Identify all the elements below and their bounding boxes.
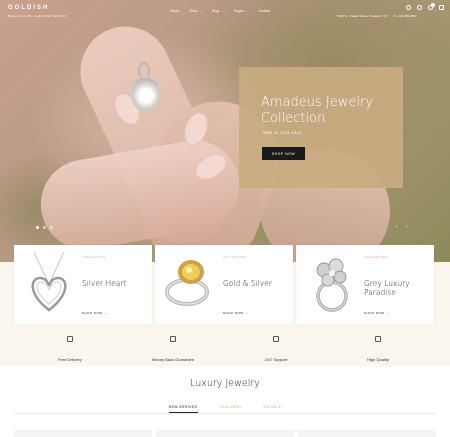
nav-item-home[interactable]: Home bbox=[170, 9, 179, 13]
category-title[interactable]: Silver Heart bbox=[82, 279, 148, 288]
shop-now-link[interactable]: SHOP NOW → bbox=[82, 311, 107, 315]
product-card[interactable] bbox=[298, 430, 436, 437]
category-tag: COLLECTION bbox=[223, 255, 247, 259]
tab-new-arrived[interactable]: NEW ARRIVED bbox=[168, 405, 198, 413]
address-text: ⌾ 986 St. Classic Street, Southern, NY bbox=[336, 14, 388, 18]
promo-text: Best summer offer is sale limited, $100 … bbox=[8, 14, 67, 18]
shop-now-link[interactable]: SHOP NOW → bbox=[223, 311, 248, 315]
tab-featured[interactable]: FEATURED bbox=[220, 405, 242, 413]
nav-item-pages[interactable]: Pages ⌄ bbox=[234, 9, 248, 13]
phone-text[interactable]: ✆ +123 456 6890 bbox=[393, 14, 416, 18]
slider-dot[interactable] bbox=[50, 226, 53, 229]
slider-dots[interactable] bbox=[36, 226, 53, 229]
main-nav: Home Shop ⌄ Blog ⌄ Pages ⌄ Contact bbox=[170, 9, 270, 13]
earring-image bbox=[131, 76, 161, 112]
site-header: GOLDISH Best summer offer is sale limite… bbox=[0, 0, 450, 24]
slider-dot[interactable] bbox=[36, 226, 39, 229]
nav-item-shop[interactable]: Shop ⌄ bbox=[189, 9, 202, 13]
next-arrow-icon[interactable]: › bbox=[406, 224, 408, 230]
search-icon[interactable] bbox=[406, 5, 411, 10]
contact-info: ⌾ 986 St. Classic Street, Southern, NY ✆… bbox=[336, 14, 417, 18]
category-card[interactable]: COLLECTION Silver Heart SHOP NOW → bbox=[14, 245, 152, 324]
prev-arrow-icon[interactable]: ‹ bbox=[396, 224, 398, 230]
category-card[interactable]: COLLECTION Grey Luxury Paradise SHOP NOW… bbox=[296, 245, 434, 324]
chevron-down-icon: ⌄ bbox=[245, 9, 249, 13]
shop-now-link[interactable]: SHOP NOW → bbox=[364, 311, 389, 315]
support-icon bbox=[273, 336, 279, 342]
heart-icon[interactable] bbox=[428, 3, 435, 10]
category-tag: COLLECTION bbox=[82, 255, 106, 259]
header-actions bbox=[406, 3, 444, 10]
product-card[interactable] bbox=[14, 430, 152, 437]
chevron-down-icon: ⌄ bbox=[199, 9, 203, 13]
divider bbox=[14, 413, 436, 414]
shop-now-button[interactable]: SHOP NOW bbox=[262, 147, 305, 160]
feature-label: Free Delivery bbox=[58, 357, 82, 362]
category-tag: COLLECTION bbox=[364, 255, 388, 259]
category-title[interactable]: Gold & Silver bbox=[223, 279, 289, 288]
feature-item: Money Back Guarantee bbox=[128, 336, 218, 366]
site-logo[interactable]: GOLDISH bbox=[8, 5, 49, 11]
product-card[interactable] bbox=[156, 430, 294, 437]
flower-ring-image bbox=[316, 258, 348, 312]
nav-item-blog[interactable]: Blog ⌄ bbox=[212, 9, 224, 13]
feature-item: Free Delivery bbox=[25, 336, 115, 366]
truck-icon bbox=[67, 336, 73, 342]
feature-label: 24/7 Support bbox=[264, 357, 288, 362]
hero-card: Amadeus Jewelry Collection NEW IN 2024 S… bbox=[239, 67, 403, 188]
chevron-down-icon: ⌄ bbox=[221, 9, 224, 13]
money-icon bbox=[170, 336, 176, 342]
gold-ring-image bbox=[165, 260, 209, 306]
nav-item-contact[interactable]: Contact bbox=[258, 9, 270, 13]
feature-label: Money Back Guarantee bbox=[151, 357, 195, 362]
slider-arrows: ‹ › bbox=[396, 224, 407, 230]
category-title[interactable]: Grey Luxury Paradise bbox=[364, 279, 430, 297]
hero-subtitle: NEW IN 2024 SALE bbox=[263, 131, 303, 135]
feature-item: High Quality bbox=[333, 336, 423, 366]
slider-dot[interactable] bbox=[43, 226, 46, 229]
wishlist-badge bbox=[431, 3, 435, 7]
heart-necklace-image bbox=[31, 251, 67, 312]
bag-icon[interactable] bbox=[439, 5, 444, 10]
feature-label: High Quality bbox=[367, 357, 389, 362]
quality-icon bbox=[375, 336, 381, 342]
user-icon[interactable] bbox=[417, 5, 422, 10]
product-tabs: NEW ARRIVED FEATURED ON SALE bbox=[0, 405, 450, 413]
tab-on-sale[interactable]: ON SALE bbox=[263, 405, 281, 413]
category-card[interactable]: COLLECTION Gold & Silver SHOP NOW → bbox=[155, 245, 293, 324]
features-row: Free Delivery Money Back Guarantee 24/7 … bbox=[0, 336, 450, 366]
hero-title: Amadeus Jewelry Collection bbox=[261, 95, 374, 126]
feature-item: 24/7 Support bbox=[231, 336, 321, 366]
section-title: Luxury Jewelry bbox=[190, 378, 260, 389]
